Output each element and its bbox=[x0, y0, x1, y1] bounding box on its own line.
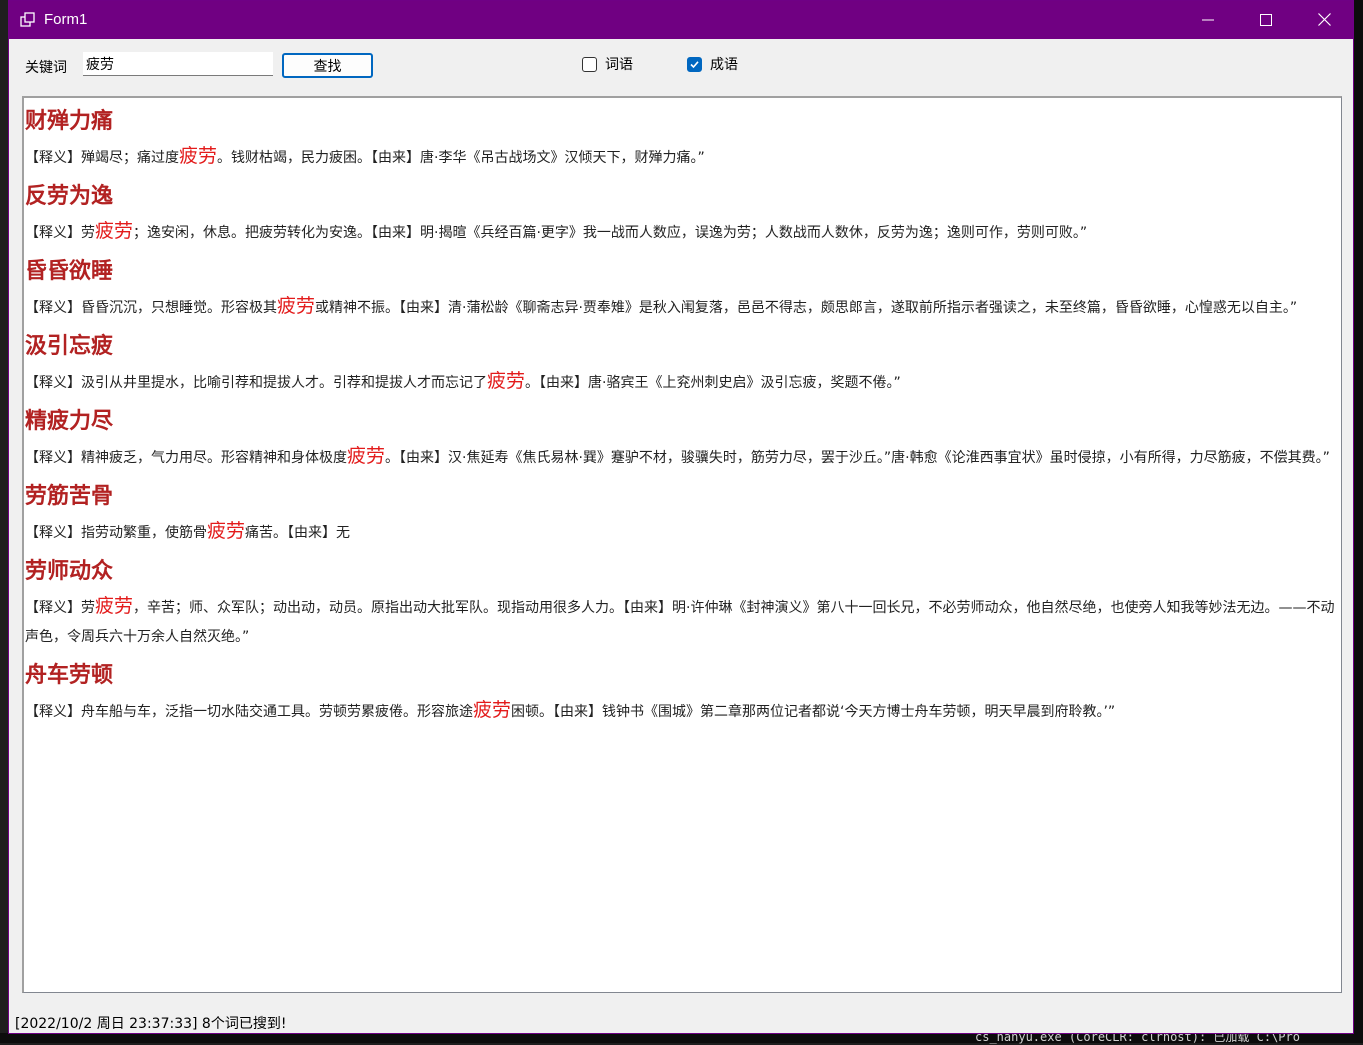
keyword-label: 关键词 bbox=[25, 60, 67, 76]
window-title: Form1 bbox=[44, 11, 88, 28]
entry-body: 【释义】舟车船与车，泛指一切水陆交通工具。劳顿劳累疲倦。形容旅途疲劳困顿。【由来… bbox=[25, 696, 1339, 727]
ciyu-checkbox-label: 词语 bbox=[605, 57, 633, 73]
entry-body: 【释义】精神疲乏，气力用尽。形容精神和身体极度疲劳。【由来】汉·焦延寿《焦氏易林… bbox=[25, 442, 1339, 473]
chengyu-checkbox-label: 成语 bbox=[710, 57, 738, 73]
entry-body: 【释义】汲引从井里提水，比喻引荐和提拔人才。引荐和提拔人才而忘记了疲劳。【由来】… bbox=[25, 367, 1339, 398]
minimize-button[interactable] bbox=[1179, 1, 1237, 39]
entry-title: 昏昏欲睡 bbox=[25, 259, 114, 284]
entry-body: 【释义】劳疲劳；逸安闲，休息。把疲劳转化为安逸。【由来】明·揭暄《兵经百篇·更字… bbox=[25, 217, 1339, 248]
entry-body-text: 【释义】昏昏沉沉，只想睡觉。形容极其 bbox=[25, 300, 277, 316]
title-bar[interactable]: Form1 bbox=[9, 1, 1353, 39]
keyword-highlight: 疲劳 bbox=[95, 595, 134, 617]
maximize-button[interactable] bbox=[1237, 1, 1295, 39]
entry-body-text: 【释义】精神疲乏，气力用尽。形容精神和身体极度 bbox=[25, 450, 347, 466]
entry-body-text: 。【由来】汉·焦延寿《焦氏易林·巽》蹇驴不材，骏骥失时，筋劳力尽，罢于沙丘。”唐… bbox=[385, 450, 1330, 466]
entry-body-text: ；逸安闲，休息。把疲劳转化为安逸。【由来】明·揭暄《兵经百篇·更字》我一战而人数… bbox=[133, 225, 1088, 241]
keyword-highlight: 疲劳 bbox=[473, 699, 512, 721]
entry-title: 劳筋苦骨 bbox=[25, 484, 114, 509]
entry-title: 反劳为逸 bbox=[25, 184, 114, 209]
entry-body-text: 。钱财枯竭，民力疲困。【由来】唐·李华《吊古战场文》汉倾天下，财殚力痛。” bbox=[217, 150, 705, 166]
entry-body-text: 【释义】指劳动繁重，使筋骨 bbox=[25, 525, 207, 541]
checkmark-icon bbox=[690, 60, 699, 68]
entry-body: 【释义】劳疲劳，辛苦；师、众军队；动出动，动员。原指出动大批军队。现指动用很多人… bbox=[25, 592, 1339, 652]
entry-body-text: 。【由来】唐·骆宾王《上兖州刺史启》汲引忘疲，奖题不倦。” bbox=[525, 375, 901, 391]
entry-body-text: 【释义】殚竭尽；痛过度 bbox=[25, 150, 179, 166]
keyword-input[interactable] bbox=[83, 52, 273, 76]
chengyu-checkbox[interactable]: 成语 bbox=[687, 54, 738, 74]
keyword-highlight: 疲劳 bbox=[487, 370, 526, 392]
keyword-highlight: 疲劳 bbox=[95, 220, 134, 242]
entry-body-text: 困顿。【由来】钱钟书《围城》第二章那两位记者都说‘今天方博士舟车劳顿，明天早晨到… bbox=[511, 704, 1116, 720]
entry-body-text: 【释义】劳 bbox=[25, 600, 95, 616]
keyword-highlight: 疲劳 bbox=[179, 145, 218, 167]
status-label: [2022/10/2 周日 23:37:33] 8个词已搜到! bbox=[15, 1016, 287, 1032]
minimize-icon bbox=[1202, 11, 1214, 30]
entry-title: 财殚力痛 bbox=[25, 109, 114, 134]
chengyu-checkbox-box[interactable] bbox=[687, 56, 702, 72]
entry-body: 【释义】殚竭尽；痛过度疲劳。钱财枯竭，民力疲困。【由来】唐·李华《吊古战场文》汉… bbox=[25, 142, 1339, 173]
results-richtext[interactable]: 财殚力痛 【释义】殚竭尽；痛过度疲劳。钱财枯竭，民力疲困。【由来】唐·李华《吊古战… bbox=[22, 96, 1342, 993]
entry-body-text: 【释义】劳 bbox=[25, 225, 95, 241]
entry-body-text: ，辛苦；师、众军队；动出动，动员。原指出动大批军队。现指动用很多人力。【由来】明… bbox=[25, 600, 1335, 645]
entry-body: 【释义】昏昏沉沉，只想睡觉。形容极其疲劳或精神不振。【由来】清·蒲松龄《聊斋志异… bbox=[25, 292, 1339, 323]
close-icon bbox=[1317, 11, 1331, 30]
ciyu-checkbox-box[interactable] bbox=[582, 56, 597, 72]
entry-title: 精疲力尽 bbox=[25, 409, 114, 434]
entry-title: 劳师动众 bbox=[25, 559, 114, 584]
entry-body-text: 痛苦。【由来】无 bbox=[245, 525, 351, 541]
app-window: Form1 关键词 查找 词语 成语 财殚力痛【释义】殚 bbox=[8, 0, 1354, 1034]
close-button[interactable] bbox=[1295, 1, 1353, 39]
find-button[interactable]: 查找 bbox=[282, 53, 373, 78]
entry-body-text: 或精神不振。【由来】清·蒲松龄《聊斋志异·贾奉雉》是秋入闱复落，邑邑不得志，颇思… bbox=[315, 300, 1298, 316]
entry-title: 汲引忘疲 bbox=[25, 334, 114, 359]
keyword-highlight: 疲劳 bbox=[277, 295, 316, 317]
background-terminal-strip: cs_hanyu.exe (CoreCLR: clrhost): 已加载 C:\… bbox=[0, 1030, 1363, 1044]
entry-body-text: 【释义】舟车船与车，泛指一切水陆交通工具。劳顿劳累疲倦。形容旅途 bbox=[25, 704, 473, 720]
entry-body-text: 【释义】汲引从井里提水，比喻引荐和提拔人才。引荐和提拔人才而忘记了 bbox=[25, 375, 487, 391]
app-icon bbox=[20, 12, 36, 28]
keyword-highlight: 疲劳 bbox=[207, 520, 246, 542]
maximize-icon bbox=[1260, 11, 1272, 30]
keyword-highlight: 疲劳 bbox=[347, 445, 386, 467]
entry-title: 舟车劳顿 bbox=[25, 663, 114, 688]
ciyu-checkbox[interactable]: 词语 bbox=[582, 54, 633, 74]
entry-body: 【释义】指劳动繁重，使筋骨疲劳痛苦。【由来】无 bbox=[25, 517, 1339, 548]
